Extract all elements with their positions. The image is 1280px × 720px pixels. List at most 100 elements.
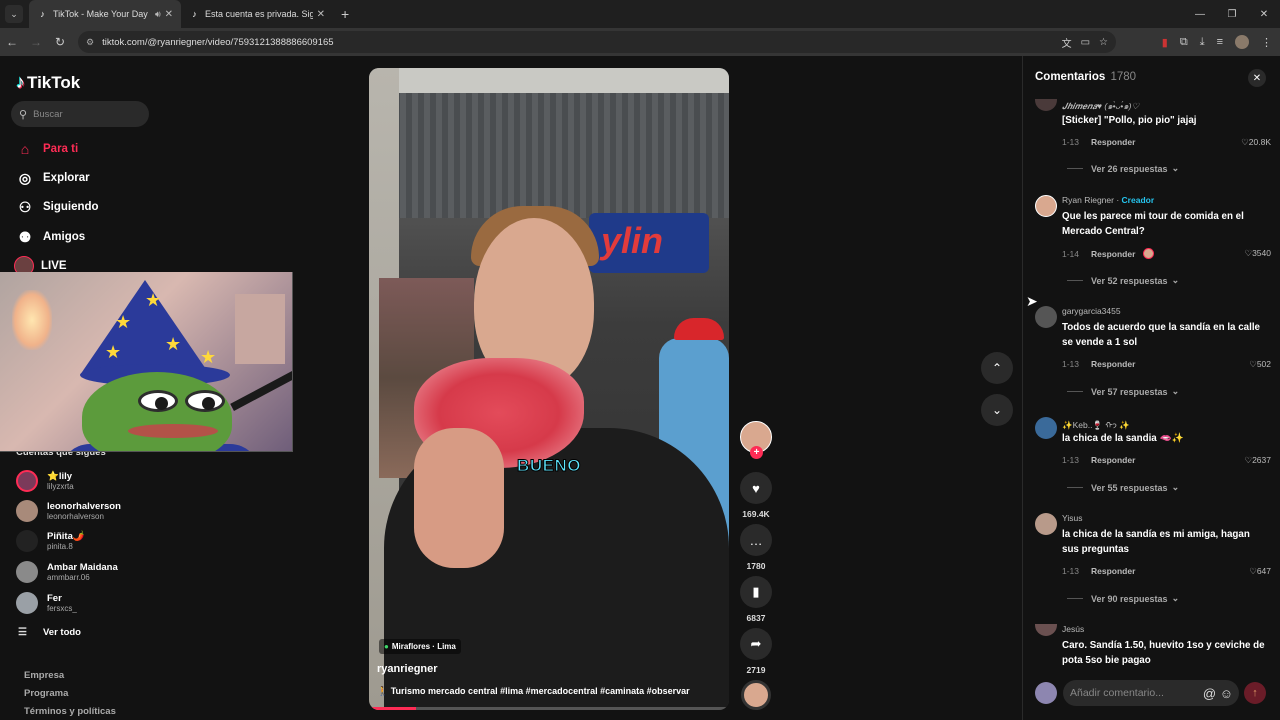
comment-bubble-icon: …	[749, 532, 763, 548]
new-tab-button[interactable]: +	[341, 6, 349, 22]
footer-link-company[interactable]: Empresa	[24, 670, 64, 681]
forward-icon[interactable]: →	[24, 35, 48, 49]
account-item[interactable]: Piñita🌶️ pinita.8	[16, 530, 85, 552]
minimize-icon[interactable]: —	[1184, 0, 1216, 28]
browser-toolbar-right: ▮ ⧉ ⤓ ≡ ⋮	[1162, 32, 1272, 52]
close-comments-button[interactable]: ✕	[1248, 69, 1266, 87]
comment-author[interactable]: Jesús	[1062, 624, 1084, 634]
account-name: Fer	[47, 592, 62, 604]
send-comment-button[interactable]: ↑	[1244, 682, 1266, 704]
music-disc-avatar[interactable]	[741, 680, 771, 710]
avatar[interactable]	[1035, 99, 1057, 111]
comment-author[interactable]: Ryan Riegner · Creador	[1062, 195, 1154, 205]
view-replies-button[interactable]: Ver 90 respuestas ⌄	[1067, 593, 1179, 604]
account-name: Ambar Maidana	[47, 561, 118, 573]
nav-explore[interactable]: ◎ Explorar	[16, 169, 90, 187]
avatar[interactable]	[1035, 513, 1057, 535]
media-control-icon[interactable]: ≡	[1217, 36, 1223, 48]
comment-like-button[interactable]: ♡20.8K	[1241, 137, 1271, 148]
share-button[interactable]: ➦	[740, 628, 772, 660]
view-replies-button[interactable]: Ver 55 respuestas ⌄	[1067, 482, 1179, 493]
comment-like-count: 2637	[1252, 455, 1271, 465]
comment-author[interactable]: garygarcia3455	[1062, 306, 1121, 316]
menu-kebab-icon[interactable]: ⋮	[1261, 36, 1272, 49]
view-replies-button[interactable]: Ver 57 respuestas ⌄	[1067, 386, 1179, 397]
comment-author[interactable]: ✨Keb..🍷 ᡣ𐭩 ✨	[1062, 417, 1130, 431]
chevron-down-icon: ⌄	[1171, 163, 1180, 173]
avatar[interactable]	[1035, 417, 1057, 439]
translate-icon[interactable]: 文	[1062, 35, 1072, 50]
close-window-icon[interactable]: ✕	[1248, 0, 1280, 28]
site-info-icon[interactable]: ⚙	[86, 37, 94, 48]
tiktok-logo[interactable]: ♪ TikTok	[16, 72, 80, 93]
comment-author[interactable]: Yisus	[1062, 513, 1082, 523]
restore-icon[interactable]: ❐	[1216, 0, 1248, 28]
cast-icon[interactable]: ▭	[1081, 37, 1090, 48]
footer-link-program[interactable]: Programa	[24, 688, 68, 699]
close-tab-icon[interactable]: ✕	[317, 9, 325, 20]
comment-date: 1-13	[1062, 359, 1080, 369]
view-replies-button[interactable]: Ver 26 respuestas ⌄	[1067, 163, 1179, 174]
search-input[interactable]: ⚲ Buscar	[11, 101, 149, 127]
back-icon[interactable]: ←	[0, 35, 24, 49]
footer-link-terms[interactable]: Términos y políticas	[24, 706, 116, 717]
comment-author[interactable]: 𝑱𝒉𝒊𝒎𝒆𝒏𝒂♥ (๑•̀ᴗ•́๑)♡	[1062, 99, 1139, 113]
comment-date: 1-14	[1062, 248, 1080, 259]
nav-for-you[interactable]: ⌂ Para ti	[16, 140, 78, 158]
extension-icon[interactable]: ▮	[1162, 36, 1168, 49]
video-author[interactable]: ryanriegner	[377, 663, 438, 675]
profile-avatar[interactable]	[1235, 35, 1249, 49]
comment-like-button[interactable]: ♡2637	[1244, 455, 1271, 466]
save-button[interactable]: ▮	[740, 576, 772, 608]
view-replies-button[interactable]: Ver 52 respuestas ⌄	[1067, 275, 1179, 286]
location-label: Miraflores · Lima	[391, 642, 456, 651]
reload-icon[interactable]: ↻	[48, 35, 72, 49]
see-all-button[interactable]: ☰ Ver todo	[18, 627, 81, 638]
previous-video-button[interactable]: ⌃	[981, 352, 1013, 384]
nav-label: Siguiendo	[43, 201, 99, 213]
next-video-button[interactable]: ⌄	[981, 394, 1013, 426]
like-button[interactable]: ♥	[740, 472, 772, 504]
close-tab-icon[interactable]: ✕	[165, 9, 173, 20]
tab-tiktok[interactable]: ♪ TikTok - Make Your Day 🔊︎ ✕	[29, 0, 181, 28]
following-icon: ⚇	[18, 198, 32, 215]
tab-private-account[interactable]: ♪ Esta cuenta es privada. Sigue e… ✕	[181, 0, 333, 28]
reply-button[interactable]: Responder	[1091, 249, 1135, 259]
video-progress-bar[interactable]	[369, 707, 729, 710]
comment-meta: 1-14 Responder	[1062, 248, 1155, 259]
tab-search-button[interactable]: ⌄	[5, 5, 23, 23]
account-item[interactable]: Fer fersxcs_	[16, 592, 77, 614]
location-tag[interactable]: ● Miraflores · Lima	[379, 639, 461, 654]
download-icon[interactable]: ⤓	[1200, 36, 1205, 49]
reply-button[interactable]: Responder	[1091, 455, 1135, 465]
account-item[interactable]: leonorhalverson leonorhalverson	[16, 500, 121, 522]
speaker-icon[interactable]: 🔊︎	[155, 9, 161, 20]
comment-like-button[interactable]: ♡502	[1249, 359, 1271, 370]
emoji-icon[interactable]: ☺	[1220, 686, 1233, 701]
account-item[interactable]: ⭐lily lilyzxrta	[16, 470, 74, 492]
bookmark-star-icon[interactable]: ☆	[1099, 37, 1108, 48]
nav-friends[interactable]: ⚉ Amigos	[16, 228, 85, 246]
account-item[interactable]: Ambar Maidana ammbarr.06	[16, 561, 118, 583]
avatar[interactable]	[1035, 195, 1057, 217]
avatar[interactable]	[1035, 624, 1057, 636]
extensions-puzzle-icon[interactable]: ⧉	[1180, 36, 1188, 49]
reply-button[interactable]: Responder	[1091, 566, 1135, 576]
reply-button[interactable]: Responder	[1091, 137, 1135, 147]
address-bar[interactable]: ⚙ tiktok.com/@ryanriegner/video/75931213…	[78, 31, 1116, 53]
comment-button[interactable]: …	[740, 524, 772, 556]
view-replies-label: Ver 90 respuestas	[1091, 593, 1168, 604]
nav-following[interactable]: ⚇ Siguiendo	[16, 198, 99, 216]
follow-plus-button[interactable]: +	[750, 446, 763, 459]
video-player[interactable]: ylin BUENO ● Miraflores · Lima ryanriegn…	[369, 68, 729, 710]
mention-icon[interactable]: @	[1203, 686, 1216, 701]
comment-like-button[interactable]: ♡3540	[1244, 248, 1271, 259]
comment-input[interactable]: Añadir comentario... @ ☺	[1063, 680, 1239, 706]
reply-button[interactable]: Responder	[1091, 359, 1135, 369]
comment-like-button[interactable]: ♡647	[1249, 566, 1271, 577]
chevron-down-icon: ⌄	[1171, 275, 1180, 285]
video-bystander-cap	[674, 318, 724, 340]
heart-outline-icon: ♡	[1249, 566, 1257, 576]
current-user-avatar[interactable]	[1035, 682, 1057, 704]
avatar[interactable]	[1035, 306, 1057, 328]
